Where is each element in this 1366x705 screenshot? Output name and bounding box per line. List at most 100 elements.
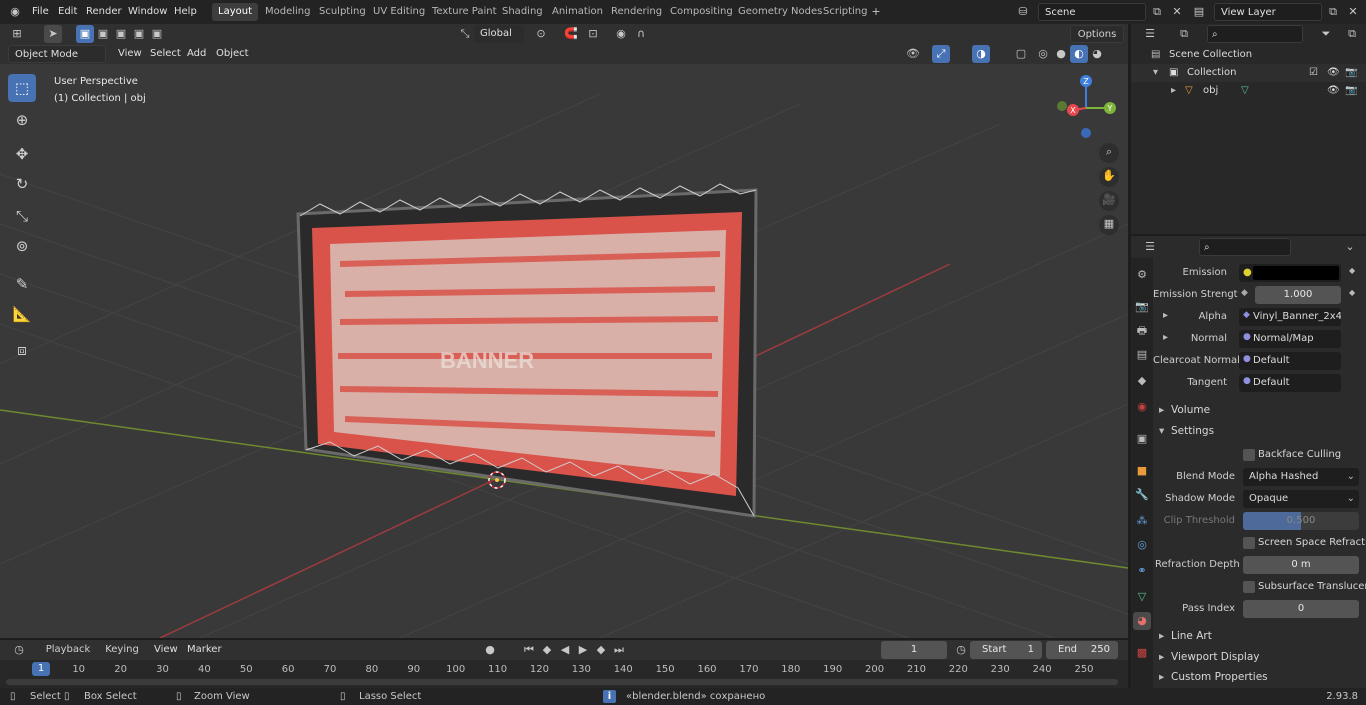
menu-render[interactable]: Render (82, 4, 126, 20)
line-art-section[interactable]: ▸ Line Art (1155, 626, 1366, 646)
current-frame-field[interactable]: 1 (881, 641, 947, 659)
overlay-toggle-icon[interactable]: ◑ (972, 45, 990, 63)
mode-intersect-icon[interactable]: ▣ (148, 25, 166, 43)
xray-icon[interactable]: ▢ (1012, 45, 1030, 63)
outliner-filter-icon[interactable]: ⏷ (1317, 25, 1335, 43)
scene-icon[interactable]: ⛁ (1014, 3, 1032, 21)
normal-field[interactable]: Normal/Map (1239, 330, 1341, 348)
volume-section[interactable]: ▸ Volume (1155, 400, 1366, 420)
viewport-display-section[interactable]: ▸ Viewport Display (1155, 647, 1366, 667)
subsurface-checkbox[interactable] (1243, 581, 1255, 593)
shadow-mode-select[interactable]: Opaque ⌄ (1243, 490, 1359, 508)
exclude-checkbox-icon[interactable]: ☑ (1309, 64, 1318, 82)
move-tool-icon[interactable]: ✥ (8, 140, 36, 168)
properties-editor-icon[interactable]: ☰ (1141, 238, 1159, 256)
measure-tool-icon[interactable]: 📐 (8, 300, 36, 328)
menu-edit[interactable]: Edit (54, 4, 81, 20)
collection-tab-icon[interactable]: ▣ (1133, 430, 1151, 448)
outliner-row-scene-collection[interactable]: ▤ Scene Collection (1131, 46, 1366, 64)
playback-menu[interactable]: Playback (40, 641, 96, 659)
record-icon[interactable]: ● (481, 641, 499, 659)
select-tool-icon[interactable]: ➤ (44, 25, 62, 43)
next-keyframe-icon[interactable]: ◆ (592, 641, 610, 659)
settings-section[interactable]: ▾ Settings (1155, 421, 1366, 441)
clip-threshold-slider[interactable]: 0.500 (1243, 512, 1359, 530)
snap-icon[interactable]: 🧲 (562, 25, 580, 43)
navigation-gizmo[interactable]: Z Y X (1057, 75, 1116, 138)
rotate-tool-icon[interactable]: ↻ (8, 170, 36, 198)
render-tab-icon[interactable]: 📷 (1133, 298, 1151, 316)
new-collection-icon[interactable]: ⧉ (1343, 25, 1361, 43)
output-tab-icon[interactable]: 🖶 (1133, 322, 1151, 340)
backface-culling-checkbox[interactable] (1243, 449, 1255, 461)
menu-view[interactable]: View (114, 46, 146, 62)
orientation-select[interactable]: Global (474, 25, 524, 43)
delete-view-layer-icon[interactable]: ✕ (1344, 3, 1362, 21)
clearcoat-normal-field[interactable]: Default (1239, 352, 1341, 370)
shading-solid-icon[interactable]: ● (1052, 45, 1070, 63)
proportional-edit-icon[interactable]: ◉ (612, 25, 630, 43)
timeline-marker-menu[interactable]: Marker (183, 642, 226, 658)
mode-set-icon[interactable]: ▣ (76, 25, 94, 43)
mesh-data-icon[interactable]: ▽ (1241, 82, 1249, 100)
tab-texture-paint[interactable]: Texture Paint (426, 3, 503, 21)
tab-layout[interactable]: Layout (212, 3, 258, 21)
mode-subtract-icon[interactable]: ▣ (112, 25, 130, 43)
refraction-depth-field[interactable]: 0 m (1243, 556, 1359, 574)
add-cube-tool-icon[interactable]: ⧈ (8, 336, 36, 364)
emission-strength-keyframe-icon[interactable]: ◆ (1349, 288, 1355, 297)
delete-scene-icon[interactable]: ✕ (1168, 3, 1186, 21)
physics-tab-icon[interactable]: ◎ (1133, 536, 1151, 554)
emission-strength-field[interactable]: 1.000 (1255, 286, 1341, 304)
cursor-tool-icon[interactable]: ⊕ (8, 106, 36, 134)
timeline-editor-icon[interactable]: ◷ (10, 641, 28, 659)
particles-tab-icon[interactable]: ⁂ (1133, 512, 1151, 530)
preview-range-icon[interactable]: ◷ (952, 641, 970, 659)
select-box-tool-icon[interactable]: ⬚ (8, 74, 36, 102)
tab-shading[interactable]: Shading (496, 3, 549, 21)
hide-eye-icon[interactable]: 👁 (1327, 82, 1340, 100)
add-workspace-button[interactable]: + (867, 3, 885, 21)
annotate-tool-icon[interactable]: ✎ (8, 270, 36, 298)
tab-sculpting[interactable]: Sculpting (313, 3, 372, 21)
emission-keyframe-icon[interactable]: ◆ (1349, 266, 1355, 275)
blend-mode-select[interactable]: Alpha Hashed ⌄ (1243, 468, 1359, 486)
snap-target-icon[interactable]: ⊡ (584, 25, 602, 43)
world-tab-icon[interactable]: ◉ (1133, 398, 1151, 416)
modifier-tab-icon[interactable]: 🔧 (1133, 486, 1151, 504)
tab-uv-editing[interactable]: UV Editing (367, 3, 431, 21)
3d-viewport[interactable]: BANNER Z Y X User Perspective (1) Collec… (0, 64, 1128, 638)
menu-object[interactable]: Object (212, 46, 253, 62)
zoom-icon[interactable]: ⌕ (1099, 143, 1119, 163)
new-scene-icon[interactable]: ⧉ (1148, 3, 1166, 21)
ssr-checkbox[interactable] (1243, 537, 1255, 549)
tab-geometry-nodes[interactable]: Geometry Nodes (732, 3, 828, 21)
tool-tab-icon[interactable]: ⚙ (1133, 266, 1151, 284)
data-tab-icon[interactable]: ▽ (1133, 588, 1151, 606)
tab-rendering[interactable]: Rendering (605, 3, 668, 21)
shading-wireframe-icon[interactable]: ◎ (1034, 45, 1052, 63)
jump-start-icon[interactable]: ⏮ (520, 641, 538, 659)
outliner-row-collection[interactable]: ▾ ▣ Collection ☑ 👁 📷 (1131, 64, 1366, 82)
editor-type-icon[interactable]: ⊞ (8, 25, 26, 43)
object-tab-icon[interactable]: ■ (1133, 462, 1151, 480)
scene-tab-icon[interactable]: ◆ (1133, 372, 1151, 390)
properties-options-icon[interactable]: ⌄ (1341, 238, 1359, 256)
transform-tool-icon[interactable]: ⊚ (8, 232, 36, 260)
pan-hand-icon[interactable]: ✋ (1099, 167, 1119, 187)
tab-animation[interactable]: Animation (546, 3, 609, 21)
tab-scripting[interactable]: Scripting (817, 3, 873, 21)
tab-modeling[interactable]: Modeling (259, 3, 317, 21)
mode-invert-icon[interactable]: ▣ (130, 25, 148, 43)
hide-eye-icon[interactable]: 👁 (1327, 64, 1340, 82)
timeline-scrollbar[interactable] (6, 679, 1118, 685)
falloff-icon[interactable]: ∩ (632, 25, 650, 43)
blender-logo-icon[interactable]: ◉ (6, 3, 24, 21)
object-mode-select[interactable]: Object Mode (8, 45, 106, 63)
view-layer-icon[interactable]: ▤ (1190, 3, 1208, 21)
texture-tab-icon[interactable]: ▩ (1133, 644, 1151, 662)
menu-add[interactable]: Add (183, 46, 210, 62)
play-reverse-icon[interactable]: ◀ (556, 641, 574, 659)
status-message[interactable]: «blender.blend» сохранено (626, 689, 765, 704)
timeline-view-menu[interactable]: View (150, 642, 182, 658)
